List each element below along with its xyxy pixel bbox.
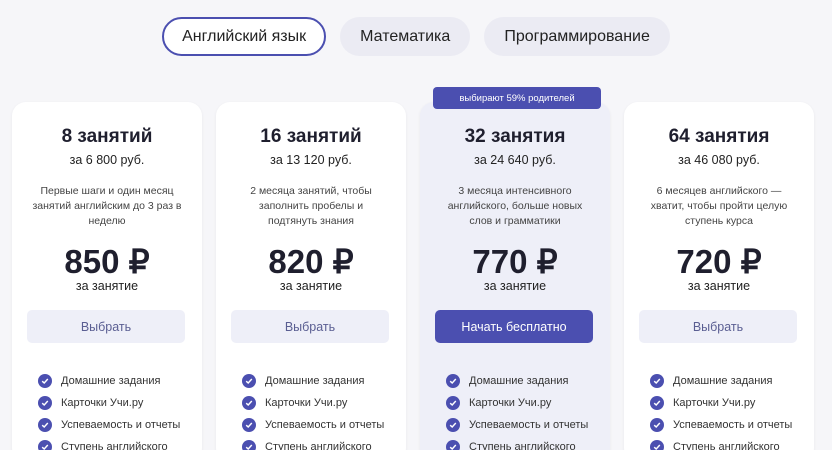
feature-label: Успеваемость и отчеты — [61, 419, 181, 431]
list-item: Ступень английского — [650, 436, 804, 450]
feature-label: Ступень английского — [265, 441, 372, 450]
plan-lesson-price: 820 ₽ — [268, 243, 354, 280]
check-icon — [242, 418, 256, 432]
plan-card-64: 64 занятия за 46 080 руб. 6 месяцев англ… — [624, 102, 814, 450]
check-icon — [650, 418, 664, 432]
plan-description: 2 месяца занятий, чтобы заполнить пробел… — [250, 185, 372, 227]
check-icon — [446, 440, 460, 450]
plan-price-unit: за занятие — [483, 279, 547, 293]
start-free-button[interactable]: Начать бесплатно — [435, 310, 593, 343]
list-item: Карточки Учи.ру — [446, 392, 600, 414]
check-icon — [242, 374, 256, 388]
list-item: Ступень английского — [38, 436, 192, 450]
check-icon — [242, 396, 256, 410]
feature-label: Ступень английского — [673, 441, 780, 450]
feature-label: Домашние задания — [673, 375, 773, 387]
feature-label: Домашние задания — [61, 375, 161, 387]
list-item: Домашние задания — [38, 370, 192, 392]
plan-title: 16 занятий — [260, 126, 362, 147]
plan-card-8: 8 занятий за 6 800 руб. Первые шаги и од… — [12, 102, 202, 450]
check-icon — [446, 396, 460, 410]
feature-label: Карточки Учи.ру — [469, 397, 552, 409]
plan-description: 3 месяца интенсивного английского, больш… — [447, 185, 583, 227]
plan-title: 32 занятия — [464, 126, 566, 147]
plan-total-price: за 6 800 руб. — [69, 153, 145, 167]
plan-total-price: за 46 080 руб. — [678, 153, 760, 167]
feature-label: Домашние задания — [265, 375, 365, 387]
check-icon — [650, 396, 664, 410]
feature-label: Карточки Учи.ру — [673, 397, 756, 409]
list-item: Карточки Учи.ру — [242, 392, 396, 414]
feature-label: Ступень английского — [61, 441, 168, 450]
tab-english[interactable]: Английский язык — [162, 17, 327, 56]
feature-label: Карточки Учи.ру — [61, 397, 144, 409]
feature-label: Карточки Учи.ру — [265, 397, 348, 409]
plan-description: 6 месяцев английского — хватит, чтобы пр… — [650, 185, 788, 227]
check-icon — [650, 374, 664, 388]
list-item: Домашние задания — [446, 370, 600, 392]
list-item: Успеваемость и отчеты — [446, 414, 600, 436]
tab-math[interactable]: Математика — [340, 17, 471, 56]
plan-price-unit: за занятие — [75, 279, 139, 293]
plan-total-price: за 24 640 руб. — [474, 153, 556, 167]
check-icon — [38, 440, 52, 450]
list-item: Успеваемость и отчеты — [242, 414, 396, 436]
check-icon — [38, 418, 52, 432]
feature-label: Успеваемость и отчеты — [469, 419, 589, 431]
plan-price-unit: за занятие — [279, 279, 343, 293]
check-icon — [38, 374, 52, 388]
check-icon — [650, 440, 664, 450]
list-item: Домашние задания — [242, 370, 396, 392]
feature-list: Домашние задания Карточки Учи.ру Успевае… — [650, 370, 804, 450]
plan-title: 64 занятия — [668, 126, 770, 147]
check-icon — [446, 418, 460, 432]
check-icon — [38, 396, 52, 410]
plan-lesson-price: 770 ₽ — [472, 243, 558, 280]
plan-total-price: за 13 120 руб. — [270, 153, 352, 167]
choose-plan-button[interactable]: Выбрать — [639, 310, 797, 343]
feature-label: Домашние задания — [469, 375, 569, 387]
plan-card-16: 16 занятий за 13 120 руб. 2 месяца занят… — [216, 102, 406, 450]
subject-tabs: Английский язык Математика Программирова… — [0, 17, 832, 56]
feature-list: Домашние задания Карточки Учи.ру Успевае… — [446, 370, 600, 450]
list-item: Карточки Учи.ру — [650, 392, 804, 414]
check-icon — [446, 374, 460, 388]
list-item: Домашние задания — [650, 370, 804, 392]
pricing-cards: 8 занятий за 6 800 руб. Первые шаги и од… — [12, 87, 832, 450]
list-item: Успеваемость и отчеты — [650, 414, 804, 436]
plan-title: 8 занятий — [61, 126, 153, 147]
list-item: Успеваемость и отчеты — [38, 414, 192, 436]
feature-list: Домашние задания Карточки Учи.ру Успевае… — [38, 370, 192, 450]
list-item: Ступень английского — [446, 436, 600, 450]
tab-programming[interactable]: Программирование — [484, 17, 670, 56]
plan-card-32: выбирают 59% родителей 32 занятия за 24 … — [420, 87, 610, 450]
plan-description: Первые шаги и один месяц занятий английс… — [32, 185, 182, 227]
check-icon — [242, 440, 256, 450]
feature-label: Успеваемость и отчеты — [673, 419, 793, 431]
choose-plan-button[interactable]: Выбрать — [27, 310, 185, 343]
feature-list: Домашние задания Карточки Учи.ру Успевае… — [242, 370, 396, 450]
feature-label: Успеваемость и отчеты — [265, 419, 385, 431]
choose-plan-button[interactable]: Выбрать — [231, 310, 389, 343]
plan-lesson-price: 720 ₽ — [676, 243, 762, 280]
list-item: Ступень английского — [242, 436, 396, 450]
popular-badge: выбирают 59% родителей — [433, 87, 601, 109]
plan-price-unit: за занятие — [687, 279, 751, 293]
feature-label: Ступень английского — [469, 441, 576, 450]
plan-lesson-price: 850 ₽ — [64, 243, 150, 280]
list-item: Карточки Учи.ру — [38, 392, 192, 414]
